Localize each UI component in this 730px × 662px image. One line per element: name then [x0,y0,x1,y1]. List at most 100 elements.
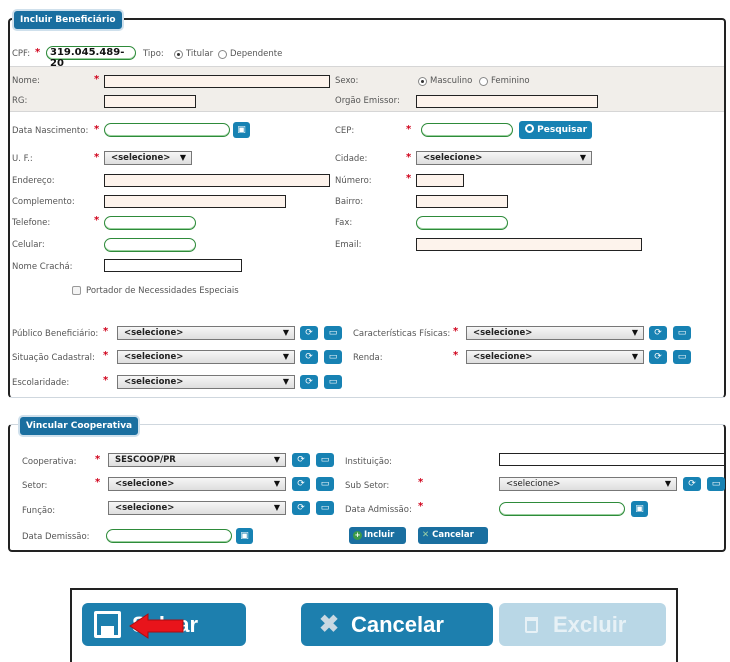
tipo-label: Tipo: [143,49,164,59]
cpf-input[interactable]: 319.045.489-20 [46,46,136,69]
close-icon: ✕ [422,530,430,540]
telefone-input[interactable] [104,216,196,230]
bairro-input[interactable] [416,195,508,208]
dropdown-arrow-icon: ▼ [631,328,638,337]
folder-open-icon[interactable]: ▭ [324,350,342,364]
refresh-icon[interactable]: ⟳ [300,326,318,340]
sub-setor-select[interactable]: <selecione> ▼ [499,477,677,491]
required-marker: * [94,124,100,135]
refresh-icon[interactable]: ⟳ [300,350,318,364]
refresh-icon[interactable]: ⟳ [292,453,310,467]
renda-select[interactable]: <selecione> ▼ [466,350,644,364]
data-demissao-label: Data Demissão: [22,532,90,542]
folder-open-icon[interactable]: ▭ [316,453,334,467]
cooperativa-select[interactable]: SESCOOP/PR ▼ [108,453,286,467]
sexo-feminino-radio[interactable] [479,77,488,86]
data-nascimento-label: Data Nascimento: [12,126,89,136]
required-marker: * [418,477,424,488]
escolaridade-select[interactable]: <selecione> ▼ [117,375,295,389]
folder-open-icon[interactable]: ▭ [324,326,342,340]
dropdown-arrow-icon: ▼ [282,328,289,337]
sub-setor-label: Sub Setor: [345,481,390,491]
instituicao-label: Instituição: [345,457,393,467]
publico-beneficiario-select[interactable]: <selecione> ▼ [117,326,295,340]
orgao-emissor-input[interactable] [416,95,598,108]
cancelar-label: Cancelar [351,612,444,637]
folder-open-icon[interactable]: ▭ [673,326,691,340]
endereco-input[interactable] [104,174,330,187]
situacao-cadastral-label: Situação Cadastral: [12,353,95,363]
pne-label: Portador de Necessidades Especiais [86,286,239,296]
setor-label: Setor: [22,481,48,491]
nome-input[interactable] [104,75,330,88]
caracteristicas-fisicas-select[interactable]: <selecione> ▼ [466,326,644,340]
renda-label: Renda: [353,353,383,363]
dropdown-arrow-icon: ▼ [273,479,280,488]
cancelar-button[interactable]: ✖ Cancelar [301,603,493,646]
cidade-select[interactable]: <selecione> ▼ [416,151,592,165]
complemento-label: Complemento: [12,197,75,207]
required-marker: * [418,501,424,512]
required-marker: * [103,326,109,337]
setor-select[interactable]: <selecione> ▼ [108,477,286,491]
situacao-cadastral-select[interactable]: <selecione> ▼ [117,350,295,364]
complemento-input[interactable] [104,195,286,208]
folder-open-icon[interactable]: ▭ [673,350,691,364]
required-marker: * [103,375,109,386]
folder-open-icon[interactable]: ▭ [707,477,725,491]
excluir-button[interactable]: Excluir [499,603,666,646]
instituicao-input[interactable] [499,453,725,466]
refresh-icon[interactable]: ⟳ [649,350,667,364]
folder-open-icon[interactable]: ▭ [324,375,342,389]
refresh-icon[interactable]: ⟳ [649,326,667,340]
dropdown-arrow-icon: ▼ [282,352,289,361]
funcao-select[interactable]: <selecione> ▼ [108,501,286,515]
cidade-label: Cidade: [335,154,368,164]
dropdown-arrow-icon: ▼ [273,455,280,464]
data-admissao-input[interactable] [499,502,625,516]
required-marker: * [453,350,459,361]
trash-icon [525,617,538,633]
cancelar-vinculo-button[interactable]: ✕ Cancelar [418,527,488,544]
calendar-icon[interactable]: ▣ [233,122,250,138]
excluir-label: Excluir [553,612,627,637]
cep-input[interactable] [421,123,513,137]
rg-label: RG: [12,96,28,106]
fax-input[interactable] [416,216,508,230]
data-admissao-label: Data Admissão: [345,505,412,515]
calendar-icon[interactable]: ▣ [631,501,648,517]
refresh-icon[interactable]: ⟳ [300,375,318,389]
refresh-icon[interactable]: ⟳ [683,477,701,491]
sexo-label: Sexo: [335,76,359,86]
nome-cracha-input[interactable] [104,259,242,272]
tipo-titular-radio[interactable] [174,50,183,59]
refresh-icon[interactable]: ⟳ [292,477,310,491]
dropdown-arrow-icon: ▼ [579,153,586,162]
required-marker: * [94,152,100,163]
folder-open-icon[interactable]: ▭ [316,501,334,515]
folder-open-icon[interactable]: ▭ [316,477,334,491]
data-demissao-input[interactable] [106,529,232,543]
calendar-icon[interactable]: ▣ [236,528,253,544]
uf-select[interactable]: <selecione> ▼ [104,151,192,165]
annotation-arrow-icon [129,613,184,639]
email-input[interactable] [416,238,642,251]
sexo-masculino-radio[interactable] [418,77,427,86]
required-marker: * [406,124,412,135]
pne-checkbox[interactable] [72,286,81,295]
incluir-button[interactable]: + Incluir [349,527,406,544]
rg-input[interactable] [104,95,196,108]
sexo-masculino-label: Masculino [430,76,473,86]
dropdown-arrow-icon: ▼ [664,479,671,488]
numero-input[interactable] [416,174,464,187]
pesquisar-label: Pesquisar [537,125,588,135]
tipo-dependente-radio[interactable] [218,50,227,59]
refresh-icon[interactable]: ⟳ [292,501,310,515]
data-nascimento-input[interactable] [104,123,230,137]
celular-input[interactable] [104,238,196,252]
tipo-titular-label: Titular [186,49,214,59]
sexo-feminino-label: Feminino [491,76,530,86]
tipo-dependente-label: Dependente [230,49,283,59]
dropdown-arrow-icon: ▼ [179,153,186,162]
pesquisar-button[interactable]: Pesquisar [519,121,592,139]
